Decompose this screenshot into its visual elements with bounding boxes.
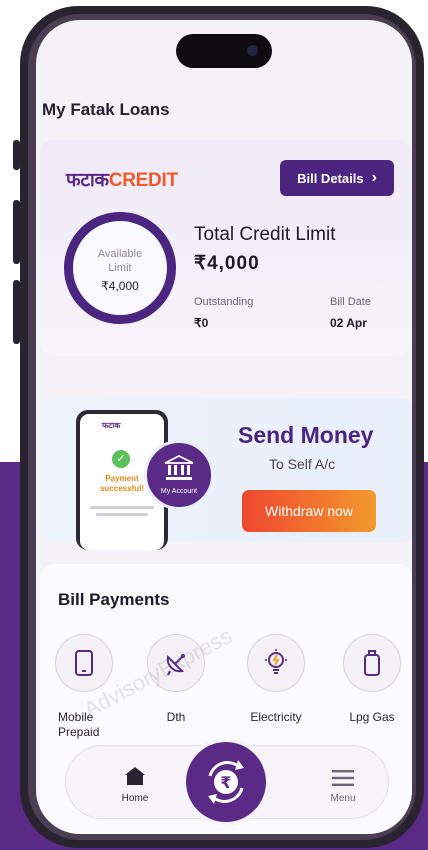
- send-money-title: Send Money: [238, 422, 374, 448]
- mini-logo: फटाक: [102, 421, 121, 430]
- logo-hindi: फटाक: [66, 170, 109, 191]
- total-credit-limit-value: ₹4,000: [194, 253, 260, 274]
- available-limit-value: ₹4,000: [101, 279, 139, 293]
- my-account-label: My Account: [160, 488, 198, 495]
- phone-side-button: [13, 140, 20, 170]
- check-icon: ✓: [112, 450, 130, 468]
- bill-details-label: Bill Details: [297, 170, 364, 186]
- placeholder-line: [90, 506, 154, 509]
- rupee-symbol: ₹: [220, 773, 231, 792]
- app-screen: My Fatak Loans फटाकCREDIT Bill Details ›…: [36, 20, 412, 834]
- page-title: My Fatak Loans: [42, 100, 170, 119]
- bill-date-value: 02 Apr: [330, 316, 367, 330]
- outstanding-value: ₹0: [194, 316, 209, 330]
- fatak-credit-logo: फटाकCREDIT: [66, 166, 178, 192]
- send-money-banner[interactable]: फटाक ✓ Payment successful! My Account Se…: [40, 398, 412, 550]
- dynamic-island: [176, 34, 272, 68]
- nav-menu[interactable]: Menu: [318, 770, 368, 804]
- nav-home[interactable]: Home: [110, 766, 160, 804]
- gas-cylinder-icon: [343, 634, 401, 692]
- rupee-cycle-icon: ₹: [208, 760, 244, 804]
- bill-item-label: Dth: [166, 710, 186, 724]
- bill-item-label: Mobile Prepaid: [58, 710, 100, 739]
- phone-volume-up: [13, 200, 20, 264]
- outstanding-label: Outstanding: [194, 296, 254, 308]
- home-icon: [125, 767, 145, 785]
- available-limit-ring: Available Limit ₹4,000: [64, 212, 176, 324]
- nav-menu-label: Menu: [330, 793, 356, 804]
- my-account-badge: My Account: [144, 440, 214, 510]
- available-limit-label: Available Limit: [97, 248, 143, 274]
- menu-icon: [332, 770, 354, 786]
- bank-icon: [164, 455, 194, 480]
- credit-card: फटाकCREDIT Bill Details › Available Limi…: [40, 140, 412, 356]
- logo-english: CREDIT: [108, 170, 178, 191]
- bill-details-button[interactable]: Bill Details ›: [280, 160, 394, 196]
- bill-item-electricity[interactable]: Electricity: [236, 634, 316, 725]
- camera-icon: [247, 45, 258, 56]
- bill-date-label: Bill Date: [330, 296, 371, 308]
- bulb-icon: [247, 634, 305, 692]
- bill-item-lpg-gas[interactable]: Lpg Gas: [332, 634, 412, 725]
- bill-item-label: Lpg Gas: [349, 710, 395, 724]
- bill-payments-title: Bill Payments: [58, 590, 170, 609]
- chevron-right-icon: ›: [371, 169, 377, 186]
- bill-item-label: Electricity: [250, 710, 302, 724]
- withdraw-now-button[interactable]: Withdraw now: [242, 490, 376, 532]
- send-money-subtitle: To Self A/c: [269, 456, 336, 472]
- placeholder-line: [96, 513, 148, 516]
- nav-home-label: Home: [121, 793, 149, 804]
- rupee-exchange-button[interactable]: ₹: [186, 742, 266, 822]
- total-credit-limit-label: Total Credit Limit: [194, 224, 336, 245]
- mobile-icon: [55, 634, 113, 692]
- phone-volume-down: [13, 280, 20, 344]
